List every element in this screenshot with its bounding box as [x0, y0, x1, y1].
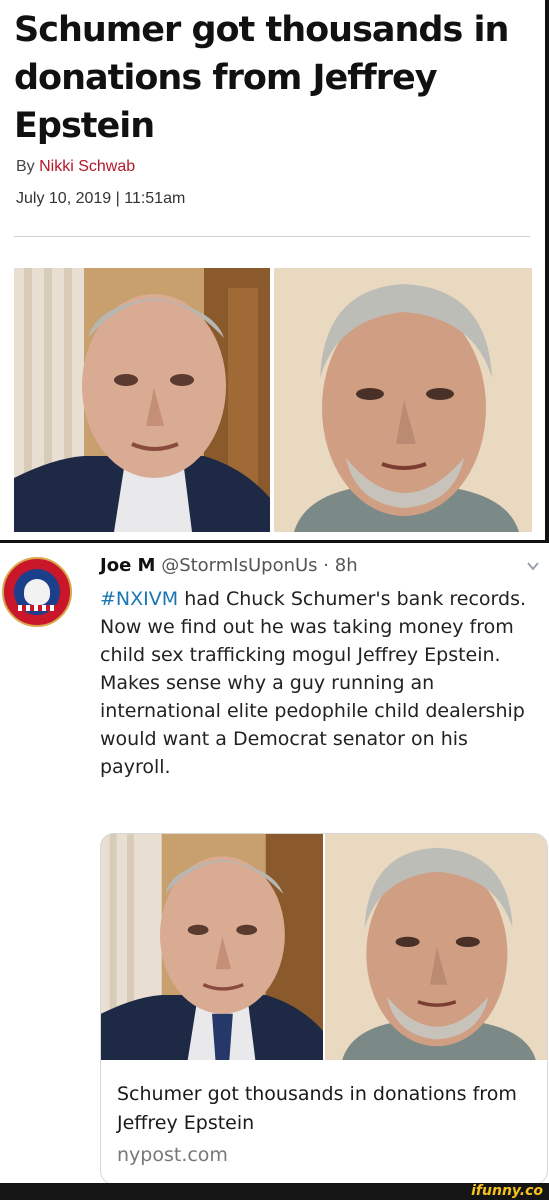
tweet-header: Joe M @StormIsUponUs · 8h — [100, 555, 358, 576]
link-preview-card[interactable]: Schumer got thousands in donations from … — [100, 833, 548, 1185]
article-author-link[interactable]: Nikki Schwab — [39, 158, 135, 175]
ifunny-watermark: ifunny.co — [471, 1183, 543, 1199]
tweet-text-body: had Chuck Schumer's bank records. Now we… — [100, 588, 527, 778]
article-byline: By Nikki Schwab — [16, 158, 135, 176]
article-headline: Schumer got thousands in donations from … — [14, 10, 509, 146]
tweet-timestamp[interactable]: 8h — [335, 555, 358, 576]
article-date: July 10, 2019 | 11:51am — [16, 190, 186, 207]
article-divider — [14, 236, 530, 237]
tweet-author-name[interactable]: Joe M — [100, 555, 155, 576]
article-screenshot: Schumer got thousands in donations from … — [0, 0, 549, 540]
tweet-author-handle[interactable]: @StormIsUponUs — [161, 555, 317, 576]
tweet-text: #NXIVM had Chuck Schumer's bank records.… — [100, 585, 540, 781]
article-photo-left — [14, 268, 270, 532]
flag-stripes — [18, 605, 56, 611]
user-avatar[interactable] — [2, 557, 72, 627]
tweet[interactable]: Joe M @StormIsUponUs · 8h #NXIVM had Chu… — [0, 543, 549, 1185]
article-photo-right — [274, 268, 532, 532]
card-photo-left — [101, 834, 323, 1060]
frame-edge — [545, 0, 549, 540]
skull-icon — [24, 579, 50, 605]
hashtag-link[interactable]: #NXIVM — [100, 588, 178, 610]
card-photo-right — [325, 834, 547, 1060]
header-separator: · — [323, 555, 330, 576]
card-title: Schumer got thousands in donations from … — [117, 1083, 517, 1134]
byline-prefix: By — [16, 158, 40, 175]
card-domain: nypost.com — [117, 1144, 228, 1166]
chevron-down-icon[interactable] — [526, 559, 540, 573]
watermark-bar: ifunny.co — [0, 1183, 549, 1200]
